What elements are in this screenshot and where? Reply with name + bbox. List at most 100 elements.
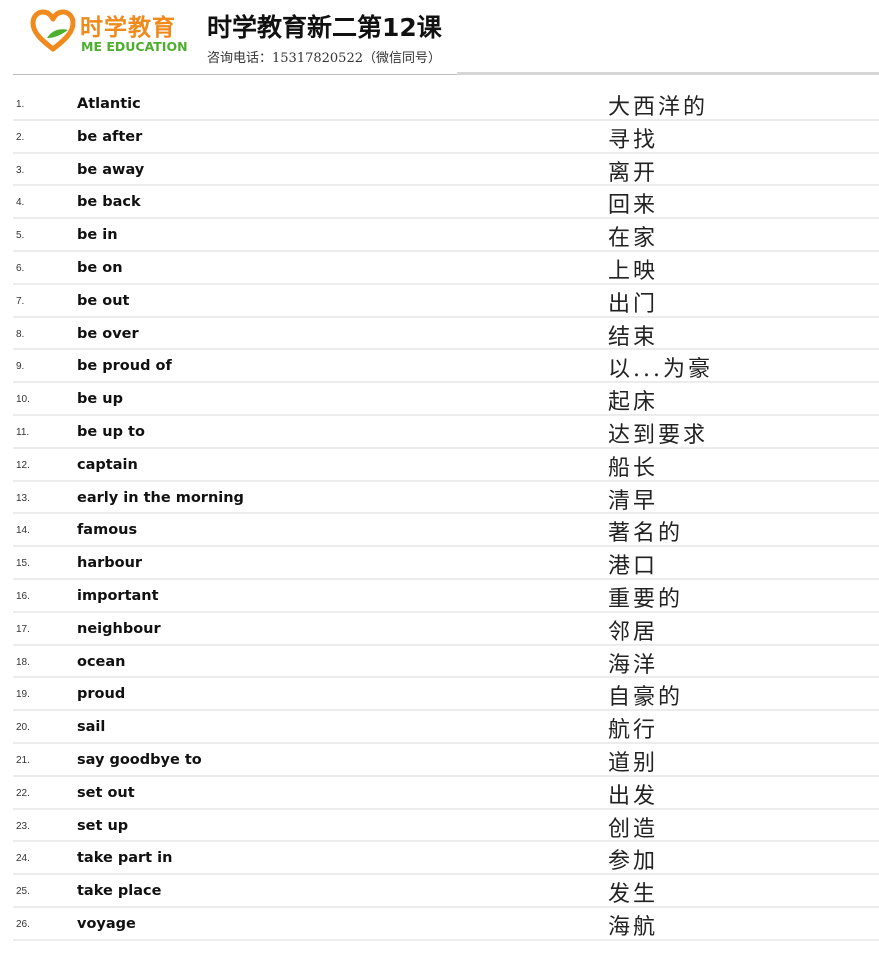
vocab-row: 5. be in 在家 [13, 219, 879, 252]
vocab-row: 7. be out 出门 [13, 285, 879, 318]
vocab-chinese: 出发 [608, 783, 659, 809]
vocab-chinese: 道别 [608, 750, 659, 776]
vocab-english: take place [77, 883, 162, 900]
vocab-row: 9. be proud of 以...为豪 [13, 350, 879, 384]
vocab-row: 3. be away 离开 [13, 154, 879, 187]
vocab-row: 26. voyage 海航 [13, 908, 879, 941]
vocab-row: 18. ocean 海洋 [13, 646, 879, 679]
vocab-chinese: 港口 [608, 554, 659, 580]
vocab-english: early in the morning [77, 489, 244, 506]
header-divider-thick [457, 72, 879, 75]
vocab-number: 1. [16, 99, 25, 110]
vocab-english: neighbour [77, 620, 161, 637]
vocab-chinese: 寻找 [608, 127, 659, 153]
vocab-row: 6. be on 上映 [13, 252, 879, 285]
vocab-english: be on [77, 259, 123, 276]
vocab-number: 10. [16, 394, 30, 406]
vocab-chinese: 起床 [608, 390, 659, 416]
page-header: 时学教育 ME EDUCATION 时学教育新二第12课 咨询电话：153178… [0, 0, 879, 76]
vocab-row: 11. be up to 达到要求 [13, 416, 879, 449]
vocab-number: 13. [16, 492, 30, 504]
vocab-chinese: 参加 [608, 849, 659, 875]
vocab-chinese: 邻居 [608, 619, 659, 645]
vocab-chinese: 清早 [608, 488, 659, 514]
vocab-chinese: 发生 [608, 882, 659, 908]
vocab-number: 22. [16, 787, 30, 799]
vocab-number: 11. [16, 426, 30, 438]
page-title: 时学教育新二第12课 [207, 13, 442, 42]
vocab-english: be back [77, 194, 141, 211]
vocab-row: 21. say goodbye to 道别 [13, 744, 879, 777]
logo-english-text: ME EDUCATION [81, 39, 188, 54]
vocab-number: 18. [16, 656, 30, 668]
vocab-number: 25. [16, 886, 30, 898]
header-divider [13, 74, 457, 75]
vocab-chinese: 航行 [608, 718, 659, 744]
vocab-chinese: 创造 [608, 816, 659, 842]
vocab-number: 3. [16, 164, 25, 176]
vocab-chinese: 以...为豪 [608, 357, 713, 383]
vocab-chinese: 达到要求 [608, 422, 709, 448]
vocab-english: voyage [77, 915, 136, 932]
vocab-row: 19. proud 自豪的 [13, 678, 879, 712]
vocab-english: be up to [77, 423, 145, 440]
vocab-row: 1. Atlantic 大西洋的 [13, 88, 879, 121]
vocab-number: 8. [16, 328, 25, 340]
vocab-chinese: 出门 [608, 291, 659, 317]
vocab-row: 8. be over 结束 [13, 318, 879, 351]
vocab-chinese: 著名的 [608, 521, 684, 547]
vocab-chinese: 结束 [608, 324, 659, 350]
vocab-english: proud [77, 686, 126, 703]
vocab-english: be away [77, 161, 145, 178]
vocab-row: 23. set up 创造 [13, 810, 879, 843]
vocab-chinese: 离开 [608, 160, 659, 186]
vocab-english: be over [77, 325, 139, 342]
vocab-english: important [77, 587, 159, 604]
vocab-row: 20. sail 航行 [13, 711, 879, 744]
vocab-row: 12. captain 船长 [13, 449, 879, 482]
vocab-chinese: 重要的 [608, 586, 684, 612]
vocab-row: 13. early in the morning 清早 [13, 482, 879, 515]
vocab-row: 2. be after 寻找 [13, 121, 879, 154]
vocab-number: 21. [16, 754, 30, 766]
vocab-chinese: 大西洋的 [608, 95, 709, 120]
vocab-row: 25. take place 发生 [13, 875, 879, 908]
vocab-row: 22. set out 出发 [13, 777, 879, 810]
vocabulary-list: 1. Atlantic 大西洋的 2. be after 寻找 3. be away 离开 4. b… [13, 88, 879, 941]
vocab-chinese: 海洋 [608, 652, 659, 678]
vocab-row: 17. neighbour 邻居 [13, 613, 879, 646]
vocab-number: 20. [16, 722, 30, 734]
contact-phone: 咨询电话：15317820522（微信同号） [207, 51, 441, 66]
vocab-english: set out [77, 784, 135, 801]
vocab-number: 12. [16, 459, 30, 471]
logo: 时学教育 ME EDUCATION [30, 6, 188, 56]
logo-chinese-text: 时学教育 [80, 15, 176, 41]
vocab-english: sail [77, 719, 106, 736]
vocab-english: take part in [77, 850, 173, 867]
vocab-english: harbour [77, 555, 143, 572]
vocab-chinese: 船长 [608, 455, 659, 481]
vocab-number: 5. [16, 230, 25, 242]
vocab-row: 16. important 重要的 [13, 580, 879, 613]
vocab-number: 17. [16, 623, 30, 635]
vocab-english: ocean [77, 653, 126, 670]
vocab-row: 10. be up 起床 [13, 383, 879, 416]
vocab-row: 24. take part in 参加 [13, 842, 879, 876]
vocab-number: 15. [16, 558, 30, 570]
heart-logo-icon [30, 9, 76, 52]
vocab-english: famous [77, 522, 138, 539]
vocab-chinese: 回来 [608, 193, 659, 219]
vocab-english: set up [77, 817, 129, 834]
vocab-number: 23. [16, 820, 30, 832]
vocab-number: 7. [16, 295, 25, 307]
vocab-number: 19. [16, 689, 30, 701]
vocab-english: captain [77, 456, 138, 473]
vocab-chinese: 上映 [608, 258, 659, 284]
vocab-number: 26. [16, 918, 30, 930]
vocab-chinese: 自豪的 [608, 685, 684, 711]
vocab-number: 6. [16, 262, 25, 274]
vocab-number: 14. [16, 525, 30, 537]
vocab-english: be out [77, 292, 130, 309]
vocab-english: say goodbye to [77, 751, 202, 768]
vocab-english: be proud of [77, 358, 172, 375]
